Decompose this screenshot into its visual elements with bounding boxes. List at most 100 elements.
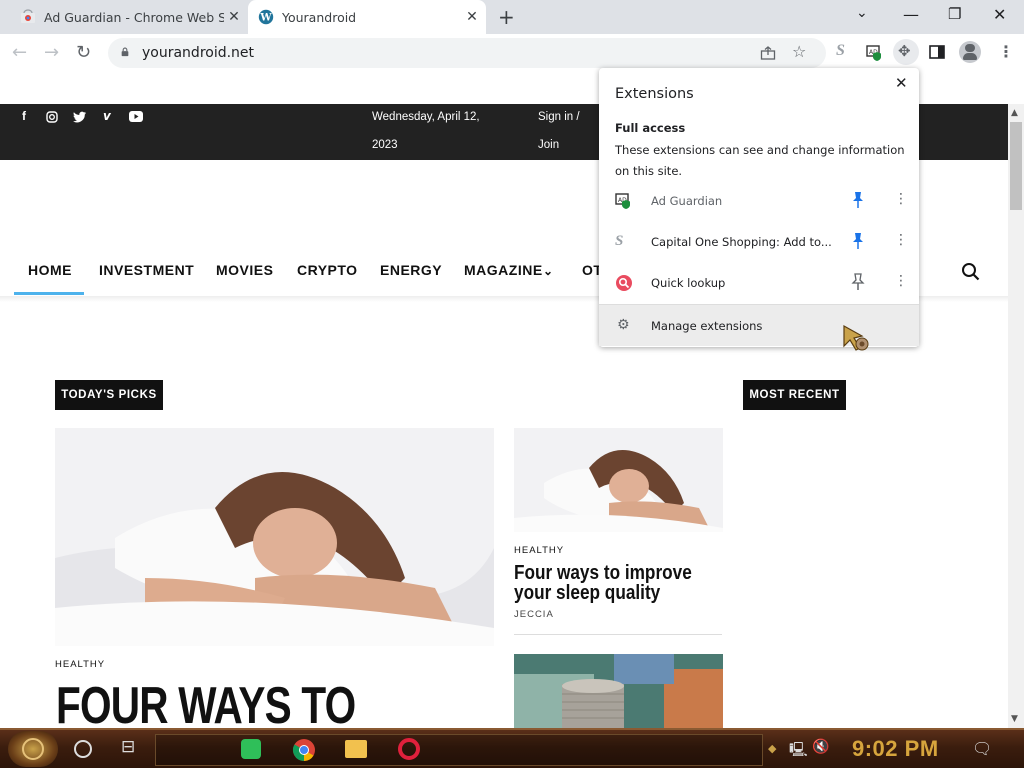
kebab-menu-icon[interactable]: ⋮ [998, 42, 1014, 61]
date-line-1: Wednesday, April 12, [372, 111, 480, 123]
manage-extensions-label: Manage extensions [651, 319, 763, 333]
tab-yourandroid[interactable]: W Yourandroid ✕ [248, 0, 486, 34]
extension-row-quick-lookup[interactable]: Quick lookup ⋮ [599, 263, 919, 303]
lock-icon [121, 47, 129, 57]
signin-link[interactable]: Sign in / [538, 111, 580, 123]
side-panel-icon[interactable] [929, 45, 945, 59]
taskbar: ⊟ ◆ 🖳 🔇 9:02 PM 🗨 [0, 728, 1024, 768]
tab-search-icon[interactable]: ⌄ [856, 5, 868, 21]
chrome-icon[interactable] [292, 738, 316, 762]
extension-row-ad-guardian[interactable]: AD Ad Guardian ⋮ [599, 181, 919, 221]
share-icon[interactable] [760, 46, 776, 60]
extensions-menu-title: Extensions [615, 86, 694, 102]
forward-icon[interactable]: → [44, 42, 59, 63]
full-access-description: These extensions can see and change info… [615, 143, 905, 178]
date-line-2: 2023 [372, 139, 398, 151]
nav-investment[interactable]: INVESTMENT [99, 262, 194, 278]
article-category[interactable]: HEALTHY [514, 545, 564, 556]
nav-home[interactable]: HOME [28, 262, 72, 278]
vimeo-icon[interactable]: v [103, 109, 111, 123]
close-tab-icon[interactable]: ✕ [462, 9, 482, 25]
gear-icon: ⚙ [617, 317, 630, 333]
most-recent-label: MOST RECENT [743, 380, 846, 410]
close-icon[interactable]: ✕ [895, 74, 908, 92]
notification-icon[interactable]: 🗨 [972, 739, 992, 758]
article-title[interactable]: Four ways to improve your sleep quality [514, 563, 712, 603]
close-tab-icon[interactable]: ✕ [224, 9, 244, 25]
pin-icon[interactable] [851, 190, 865, 210]
extension-name: Ad Guardian [651, 194, 723, 208]
ad-guardian-icon[interactable]: AD [866, 44, 884, 62]
nav-energy[interactable]: ENERGY [380, 262, 442, 278]
featured-title[interactable]: FOUR WAYS TO [56, 676, 356, 728]
full-access-heading: Full access [615, 121, 686, 135]
pin-icon[interactable] [851, 231, 865, 251]
nav-movies[interactable]: MOVIES [216, 262, 273, 278]
file-explorer-icon[interactable] [345, 740, 367, 758]
wordpress-icon: W [258, 9, 274, 25]
extensions-menu: Extensions ✕ Full access These extension… [599, 68, 919, 347]
quick-lookup-icon [616, 275, 632, 291]
puzzle-icon: ✥ [898, 42, 911, 60]
notes-app-icon[interactable] [241, 739, 261, 759]
search-icon[interactable] [961, 262, 980, 281]
back-icon[interactable]: ← [12, 42, 27, 63]
capital-one-shopping-icon: S [615, 233, 624, 249]
restore-icon[interactable]: ❐ [948, 5, 961, 23]
extensions-button[interactable]: ✥ [893, 39, 919, 65]
join-link[interactable]: Join [538, 139, 559, 151]
more-options-icon[interactable]: ⋮ [894, 191, 908, 207]
todays-picks-label: TODAY'S PICKS [55, 380, 163, 410]
more-options-icon[interactable]: ⋮ [894, 232, 908, 248]
article-image-coins[interactable] [514, 654, 723, 728]
ad-guardian-icon: AD [615, 193, 630, 209]
facebook-icon[interactable]: f [22, 109, 26, 123]
clock[interactable]: 9:02 PM [852, 736, 939, 762]
extension-name: Quick lookup [651, 276, 726, 290]
cortana-icon[interactable] [74, 740, 92, 758]
minimize-icon[interactable]: — [903, 5, 919, 24]
svg-text:W: W [259, 13, 272, 24]
browser-toolbar: ← → ↻ yourandroid.net ☆ S AD ✥ ⋮ [0, 34, 1024, 72]
divider [514, 634, 722, 635]
article-author[interactable]: JECCIA [514, 609, 554, 620]
featured-article-image[interactable] [55, 428, 494, 646]
tab-title: Ad Guardian - Chrome Web Store [44, 9, 224, 25]
address-bar[interactable]: yourandroid.net ☆ [108, 38, 826, 68]
more-options-icon[interactable]: ⋮ [894, 273, 908, 289]
active-nav-underline [14, 292, 84, 295]
mouse-cursor-icon [843, 324, 869, 351]
nav-magazine[interactable]: MAGAZINE [464, 262, 543, 278]
extension-name: Capital One Shopping: Add to... [651, 235, 832, 249]
chevron-up-icon[interactable]: ◆ [768, 742, 776, 755]
twitter-icon[interactable] [73, 111, 87, 123]
tab-title: Yourandroid [282, 9, 357, 25]
extension-row-capital-one[interactable]: S Capital One Shopping: Add to... ⋮ [599, 222, 919, 262]
scrollbar-thumb[interactable] [1010, 122, 1022, 210]
opera-icon[interactable] [398, 738, 420, 760]
reload-icon[interactable]: ↻ [76, 42, 91, 63]
chrome-web-store-icon [21, 9, 35, 23]
network-icon[interactable]: 🖳 [789, 739, 808, 763]
volume-muted-icon[interactable]: 🔇 [812, 739, 829, 755]
start-button[interactable] [8, 731, 58, 767]
page-scrollbar[interactable]: ▲ ▼ [1008, 104, 1024, 728]
chevron-down-icon: ⌄ [543, 264, 554, 278]
featured-category[interactable]: HEALTHY [55, 659, 105, 670]
instagram-icon[interactable] [46, 111, 58, 123]
close-window-icon[interactable]: ✕ [993, 5, 1006, 24]
capital-one-shopping-icon[interactable]: S [836, 42, 845, 60]
gear-icon [22, 738, 44, 760]
article-image[interactable] [514, 428, 723, 532]
youtube-icon[interactable] [129, 111, 143, 122]
tab-strip: Ad Guardian - Chrome Web Store ✕ W Youra… [0, 0, 1024, 34]
scroll-down-icon[interactable]: ▼ [1011, 714, 1018, 724]
unpinned-icon[interactable] [851, 272, 865, 292]
bookmark-star-icon[interactable]: ☆ [792, 42, 806, 61]
task-view-icon[interactable]: ⊟ [121, 737, 135, 757]
profile-avatar-icon[interactable] [959, 41, 981, 63]
scroll-up-icon[interactable]: ▲ [1011, 108, 1018, 118]
tab-ad-guardian[interactable]: Ad Guardian - Chrome Web Store ✕ [12, 0, 248, 34]
nav-crypto[interactable]: CRYPTO [297, 262, 358, 278]
new-tab-button[interactable]: + [498, 5, 515, 29]
